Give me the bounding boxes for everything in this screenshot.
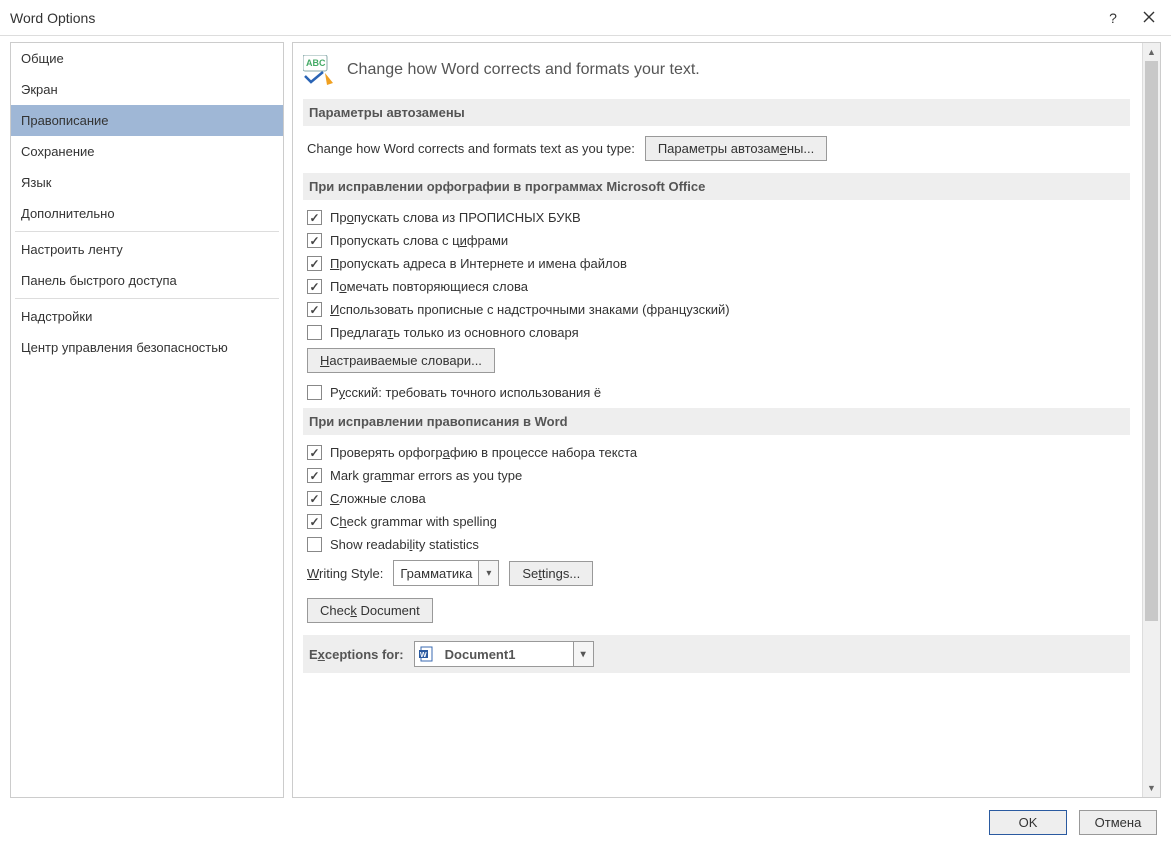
chevron-down-icon: ▾ [573,642,593,666]
page-hero-text: Change how Word corrects and formats you… [347,61,700,79]
dialog-footer: OK Отмена [0,798,1171,848]
checkbox-icon [307,233,322,248]
sidebar-item-proofing[interactable]: Правописание [11,105,283,136]
grammar-settings-button[interactable]: Settings... [509,561,593,586]
sidebar-separator [15,231,279,232]
proofing-hero-icon: ABC [303,55,337,85]
checkbox-icon [307,445,322,460]
sidebar-item-general[interactable]: Общие [11,43,283,74]
checkbox-icon [307,385,322,400]
exceptions-document-select[interactable]: W Document1 ▾ [414,641,594,667]
autocorrect-desc: Change how Word corrects and formats tex… [307,141,635,156]
sidebar-item-save[interactable]: Сохранение [11,136,283,167]
dialog-body: Общие Экран Правописание Сохранение Язык… [0,36,1171,798]
checkbox-icon [307,491,322,506]
sidebar-separator [15,298,279,299]
checkbox-icon [307,325,322,340]
checkbox-french-accents[interactable]: Использовать прописные с надстрочными зн… [307,302,1130,317]
checkbox-label: Пропускать слова с цифрами [330,233,508,248]
checkbox-ignore-urls[interactable]: Пропускать адреса в Интернете и имена фа… [307,256,1130,271]
window-title: Word Options [10,10,95,26]
checkbox-icon [307,514,322,529]
ok-button[interactable]: OK [989,810,1067,835]
section-header-autocorrect: Параметры автозамены [303,99,1130,126]
close-button[interactable] [1137,10,1161,26]
sidebar-item-label: Язык [21,175,51,190]
checkbox-check-spelling-as-type[interactable]: Проверять орфографию в процессе набора т… [307,445,1130,460]
checkbox-label: Сложные слова [330,491,426,506]
sidebar-item-label: Панель быстрого доступа [21,273,177,288]
sidebar-item-label: Дополнительно [21,206,115,221]
sidebar-item-customize-ribbon[interactable]: Настроить ленту [11,234,283,265]
checkbox-label: Предлагать только из основного словаря [330,325,579,340]
section-header-exceptions: Exceptions for: W Document1 ▾ [303,635,1130,673]
checkbox-label: Использовать прописные с надстрочными зн… [330,302,730,317]
svg-text:ABC: ABC [306,58,326,68]
checkbox-main-dict-only[interactable]: Предлагать только из основного словаря [307,325,1130,340]
exceptions-label: Exceptions for: [309,647,404,662]
checkbox-label: Проверять орфографию в процессе набора т… [330,445,637,460]
sidebar-item-label: Сохранение [21,144,95,159]
checkbox-flag-repeated[interactable]: Помечать повторяющиеся слова [307,279,1130,294]
sidebar-item-label: Надстройки [21,309,92,324]
checkbox-icon [307,210,322,225]
scroll-down-arrow-icon[interactable]: ▼ [1143,779,1160,797]
scroll-up-arrow-icon[interactable]: ▲ [1143,43,1160,61]
content-scroll-area: ABC Change how Word corrects and formats… [293,43,1142,797]
checkbox-icon [307,468,322,483]
sidebar-item-label: Настроить ленту [21,242,123,257]
checkbox-icon [307,256,322,271]
check-document-button[interactable]: Check Document [307,598,433,623]
options-category-sidebar: Общие Экран Правописание Сохранение Язык… [10,42,284,798]
checkbox-ignore-numbers[interactable]: Пропускать слова с цифрами [307,233,1130,248]
checkbox-label: Русский: требовать точного использования… [330,385,601,400]
sidebar-item-language[interactable]: Язык [11,167,283,198]
cancel-button[interactable]: Отмена [1079,810,1157,835]
scroll-thumb[interactable] [1145,61,1158,621]
sidebar-item-label: Правописание [21,113,109,128]
sidebar-item-trust-center[interactable]: Центр управления безопасностью [11,332,283,363]
checkbox-complex-words[interactable]: Сложные слова [307,491,1130,506]
svg-text:W: W [420,652,427,659]
checkbox-label: Пропускать адреса в Интернете и имена фа… [330,256,627,271]
select-value: Document1 [439,647,573,662]
sidebar-item-label: Общие [21,51,64,66]
autocorrect-options-button[interactable]: Параметры автозамены... [645,136,827,161]
section-header-spelling-word: При исправлении правописания в Word [303,408,1130,435]
page-hero: ABC Change how Word corrects and formats… [303,51,1130,85]
content-pane: ABC Change how Word corrects and formats… [292,42,1161,798]
word-doc-icon: W [415,646,439,663]
sidebar-item-quick-access[interactable]: Панель быстрого доступа [11,265,283,296]
sidebar-item-label: Экран [21,82,58,97]
select-value: Грамматика [394,566,478,581]
section-header-spelling-office: При исправлении орфографии в программах … [303,173,1130,200]
checkbox-label: Помечать повторяющиеся слова [330,279,528,294]
checkbox-label: Show readability statistics [330,537,479,552]
help-button[interactable]: ? [1101,10,1125,26]
sidebar-item-display[interactable]: Экран [11,74,283,105]
custom-dictionaries-button[interactable]: Настраиваемые словари... [307,348,495,373]
chevron-down-icon: ▾ [478,561,498,585]
writing-style-select[interactable]: Грамматика ▾ [393,560,499,586]
vertical-scrollbar[interactable]: ▲ ▼ [1142,43,1160,797]
close-icon [1143,11,1155,23]
checkbox-ignore-uppercase[interactable]: Пропускать слова из ПРОПИСНЫХ БУКВ [307,210,1130,225]
checkbox-label: Check grammar with spelling [330,514,497,529]
checkbox-grammar-with-spelling[interactable]: Check grammar with spelling [307,514,1130,529]
scroll-track[interactable] [1143,61,1160,779]
checkbox-mark-grammar-as-type[interactable]: Mark grammar errors as you type [307,468,1130,483]
titlebar: Word Options ? [0,0,1171,36]
checkbox-icon [307,279,322,294]
sidebar-item-advanced[interactable]: Дополнительно [11,198,283,229]
checkbox-russian-yo[interactable]: Русский: требовать точного использования… [307,385,1130,400]
writing-style-label: Writing Style: [307,566,383,581]
checkbox-label: Mark grammar errors as you type [330,468,522,483]
checkbox-label: Пропускать слова из ПРОПИСНЫХ БУКВ [330,210,581,225]
checkbox-readability-stats[interactable]: Show readability statistics [307,537,1130,552]
sidebar-item-label: Центр управления безопасностью [21,340,228,355]
checkbox-icon [307,302,322,317]
checkbox-icon [307,537,322,552]
sidebar-item-addins[interactable]: Надстройки [11,301,283,332]
